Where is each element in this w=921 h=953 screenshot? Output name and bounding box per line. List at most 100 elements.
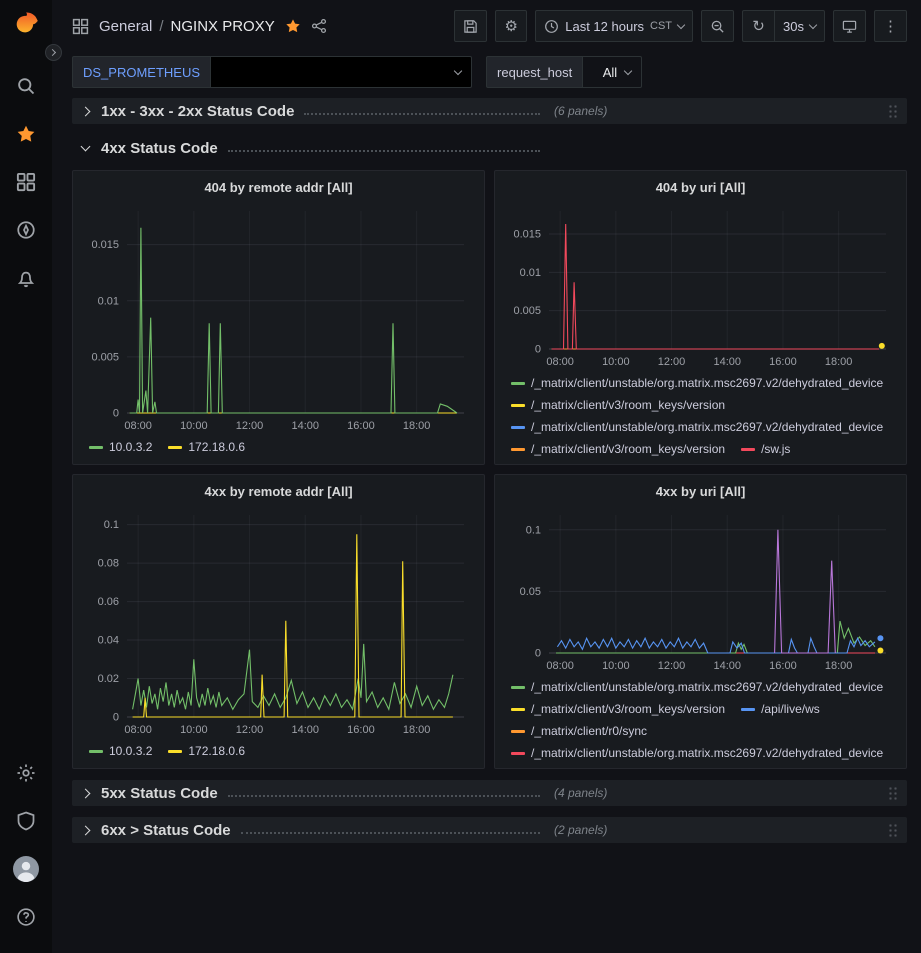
breadcrumb-separator: / bbox=[159, 18, 163, 35]
clock-icon bbox=[544, 19, 559, 34]
panel-legend[interactable]: 10.0.3.2 172.18.0.6 bbox=[81, 739, 476, 764]
legend-swatch bbox=[511, 752, 525, 755]
legend-swatch bbox=[511, 730, 525, 733]
request-host-value-text: All bbox=[603, 65, 617, 80]
sidebar bbox=[0, 0, 52, 953]
svg-text:08:00: 08:00 bbox=[546, 660, 574, 672]
legend-swatch bbox=[511, 382, 525, 385]
more-options-button[interactable]: ⋮ bbox=[874, 10, 907, 42]
legend-label: 10.0.3.2 bbox=[109, 439, 152, 455]
legend-item[interactable]: 172.18.0.6 bbox=[168, 439, 245, 455]
row-1xx-3xx-2xx-status-code[interactable]: 1xx - 3xx - 2xx Status Code (6 panels) bbox=[72, 98, 907, 124]
explore-compass-icon[interactable] bbox=[8, 206, 44, 254]
chevron-right-icon bbox=[81, 106, 91, 116]
panel-title[interactable]: 404 by uri [All] bbox=[503, 177, 898, 201]
row-drag-handle[interactable] bbox=[888, 104, 897, 119]
legend-item[interactable]: /_matrix/client/unstable/org.matrix.msc2… bbox=[511, 745, 883, 761]
legend-item[interactable]: /_matrix/client/unstable/org.matrix.msc2… bbox=[511, 419, 883, 435]
panel-legend[interactable]: /_matrix/client/unstable/org.matrix.msc2… bbox=[503, 371, 898, 460]
help-icon[interactable] bbox=[8, 893, 44, 941]
legend-item[interactable]: /_matrix/client/unstable/org.matrix.msc2… bbox=[511, 375, 883, 391]
sidebar-expand-button[interactable] bbox=[45, 44, 62, 61]
zoom-out-time-button[interactable] bbox=[701, 10, 734, 42]
row-dotted-leader bbox=[241, 832, 540, 834]
dashboards-icon[interactable] bbox=[8, 158, 44, 206]
chevron-down-icon bbox=[809, 20, 817, 28]
legend-item[interactable]: /_matrix/client/v3/room_keys/version bbox=[511, 441, 725, 457]
svg-text:0.01: 0.01 bbox=[520, 267, 541, 279]
chevron-down-icon bbox=[81, 141, 91, 151]
svg-text:18:00: 18:00 bbox=[825, 660, 853, 672]
svg-text:0.1: 0.1 bbox=[526, 524, 541, 536]
starred-icon[interactable] bbox=[8, 110, 44, 158]
panel-4xx-by-uri: 4xx by uri [All] 00.050.108:0010:0012:00… bbox=[494, 474, 907, 769]
user-avatar[interactable] bbox=[8, 845, 44, 893]
apps-grid-icon[interactable] bbox=[72, 18, 89, 35]
svg-text:12:00: 12:00 bbox=[236, 420, 264, 432]
legend-item[interactable]: 10.0.3.2 bbox=[89, 743, 152, 759]
row-6xx-status-code[interactable]: 6xx > Status Code (2 panels) bbox=[72, 817, 907, 843]
svg-text:08:00: 08:00 bbox=[546, 356, 574, 368]
datasource-variable: DS_PROMETHEUS bbox=[72, 56, 472, 88]
panel-legend[interactable]: /_matrix/client/unstable/org.matrix.msc2… bbox=[503, 675, 898, 764]
legend-item[interactable]: /_matrix/client/r0/sync bbox=[511, 723, 647, 739]
panel-title[interactable]: 4xx by uri [All] bbox=[503, 481, 898, 505]
legend-swatch bbox=[511, 426, 525, 429]
legend-item[interactable]: /api/live/ws bbox=[741, 701, 820, 717]
refresh-button[interactable]: ↻ bbox=[742, 10, 774, 42]
legend-label: 10.0.3.2 bbox=[109, 743, 152, 759]
legend-label: /_matrix/client/unstable/org.matrix.msc2… bbox=[531, 745, 883, 761]
search-icon[interactable] bbox=[8, 62, 44, 110]
dashboard-title: NGINX PROXY bbox=[171, 18, 275, 35]
time-range-picker[interactable]: Last 12 hours CST bbox=[535, 10, 693, 42]
row-drag-handle[interactable] bbox=[888, 786, 897, 801]
chevron-down-icon bbox=[677, 20, 685, 28]
row-dotted-leader bbox=[228, 795, 540, 797]
legend-item[interactable]: /_matrix/client/v3/room_keys/version bbox=[511, 397, 725, 413]
legend-item[interactable]: 10.0.3.2 bbox=[89, 439, 152, 455]
legend-item[interactable]: /_matrix/client/v3/room_keys/version bbox=[511, 701, 725, 717]
tv-mode-button[interactable] bbox=[833, 10, 866, 42]
svg-text:0: 0 bbox=[535, 344, 541, 356]
legend-item[interactable]: /sw.js bbox=[741, 441, 790, 457]
svg-text:0: 0 bbox=[535, 648, 541, 660]
svg-text:08:00: 08:00 bbox=[124, 724, 152, 736]
row-drag-handle[interactable] bbox=[888, 823, 897, 838]
datasource-variable-value[interactable] bbox=[210, 56, 472, 88]
dashboard-settings-button[interactable]: ⚙ bbox=[495, 10, 527, 42]
grafana-logo-icon[interactable] bbox=[13, 10, 40, 40]
panel-legend[interactable]: 10.0.3.2 172.18.0.6 bbox=[81, 435, 476, 460]
row-title: 5xx Status Code bbox=[101, 785, 218, 802]
svg-text:0: 0 bbox=[113, 408, 119, 420]
panel-title[interactable]: 404 by remote addr [All] bbox=[81, 177, 476, 201]
request-host-variable-value[interactable]: All bbox=[582, 56, 642, 88]
refresh-interval-picker[interactable]: 30s bbox=[774, 10, 825, 42]
dashboard-submenu: DS_PROMETHEUS request_host All bbox=[52, 52, 921, 98]
legend-swatch bbox=[89, 750, 103, 753]
alerting-bell-icon[interactable] bbox=[8, 254, 44, 302]
favorite-star-icon[interactable] bbox=[285, 18, 301, 34]
configuration-gear-icon[interactable] bbox=[8, 749, 44, 797]
svg-text:0.08: 0.08 bbox=[98, 558, 119, 570]
breadcrumb-folder[interactable]: General bbox=[99, 18, 152, 35]
row-panel-count: (2 panels) bbox=[554, 823, 607, 837]
legend-item[interactable]: 172.18.0.6 bbox=[168, 743, 245, 759]
legend-swatch bbox=[511, 686, 525, 689]
row-5xx-status-code[interactable]: 5xx Status Code (4 panels) bbox=[72, 780, 907, 806]
legend-swatch bbox=[89, 446, 103, 449]
chevron-right-icon bbox=[81, 825, 91, 835]
legend-swatch bbox=[741, 448, 755, 451]
svg-text:0.05: 0.05 bbox=[520, 586, 541, 598]
timezone-badge: CST bbox=[650, 20, 672, 32]
legend-label: /_matrix/client/v3/room_keys/version bbox=[531, 441, 725, 457]
share-icon[interactable] bbox=[311, 18, 327, 34]
admin-shield-icon[interactable] bbox=[8, 797, 44, 845]
svg-text:0.015: 0.015 bbox=[513, 229, 541, 241]
legend-item[interactable]: /_matrix/client/unstable/org.matrix.msc2… bbox=[511, 679, 883, 695]
legend-label: /_matrix/client/v3/room_keys/version bbox=[531, 701, 725, 717]
panel-title[interactable]: 4xx by remote addr [All] bbox=[81, 481, 476, 505]
row-dotted-leader bbox=[304, 113, 540, 115]
row-4xx-status-code[interactable]: 4xx Status Code bbox=[72, 135, 907, 161]
save-dashboard-button[interactable] bbox=[454, 10, 487, 42]
svg-text:0.04: 0.04 bbox=[98, 635, 119, 647]
